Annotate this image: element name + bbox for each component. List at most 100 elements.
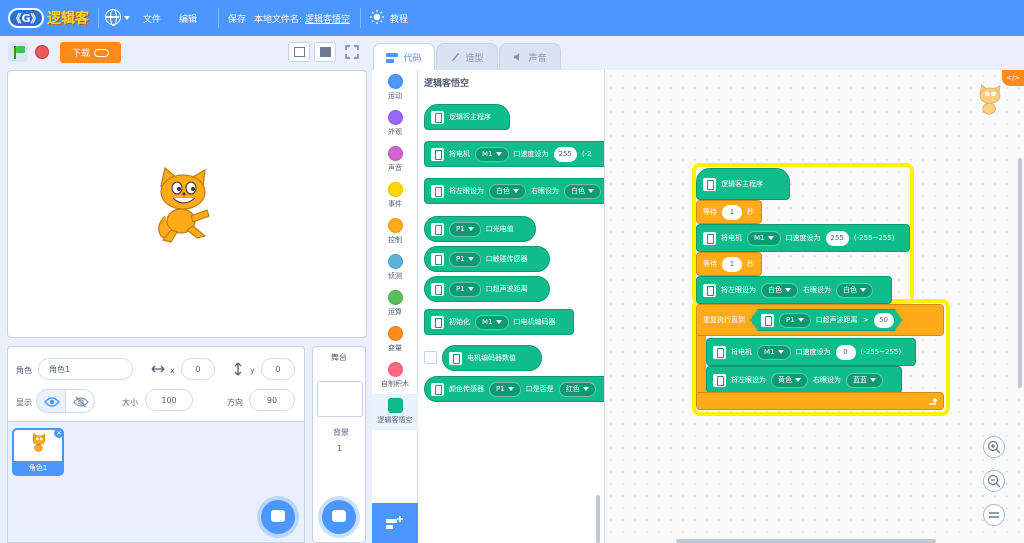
category-sensing[interactable]: 侦测	[372, 254, 418, 286]
size-input[interactable]: 100	[145, 389, 193, 411]
loop-arrow-icon	[929, 398, 937, 405]
zoom-reset-icon	[989, 512, 999, 518]
palette-title: 逻辑客悟空	[424, 79, 470, 89]
save-button[interactable]: 保存	[228, 12, 246, 25]
zoom-reset-button[interactable]	[983, 504, 1005, 526]
extension-icon	[386, 516, 403, 529]
direction-label: 方向	[227, 398, 243, 407]
category-looks[interactable]: 外观	[372, 110, 418, 142]
script-block-inner-lights[interactable]: 将左眼设为 黄色 右眼设为 蓝蓝	[706, 366, 902, 394]
workspace-vertical-scrollbar[interactable]	[1018, 158, 1022, 388]
block-palette: 逻辑客悟空 逻辑客主程序 将电机 M1 口速度设为 255 (-2 将左眼设为 …	[418, 70, 604, 543]
script-block-main[interactable]: 逻辑客主程序	[696, 168, 790, 200]
tab-costumes[interactable]: 造型	[436, 43, 498, 70]
category-wukong[interactable]: 逻辑客悟空	[372, 394, 418, 430]
add-backdrop-icon	[332, 510, 346, 522]
tab-sounds[interactable]: 声音	[499, 43, 561, 70]
cat-sprite[interactable]	[151, 166, 215, 246]
wukong-icon	[431, 147, 444, 161]
category-control[interactable]: 控制	[372, 218, 418, 250]
script-block-motor-speed[interactable]: 将电机 M1 口速度设为 255 (-255~255)	[696, 224, 910, 252]
size-label: 大小	[122, 398, 138, 407]
palette-block-init-encoder[interactable]: 初始化 M1 口电机编码器	[424, 309, 574, 335]
fullscreen-icon	[345, 45, 359, 59]
app-logo[interactable]: 《G》 逻辑客	[8, 8, 89, 28]
palette-block-light-sensor[interactable]: P1 口光电值	[424, 216, 536, 242]
choose-sprite-button[interactable]	[261, 500, 295, 534]
wukong-icon	[703, 231, 716, 245]
stage-thumbnail[interactable]	[317, 381, 363, 417]
palette-block-encoder-value[interactable]: 电机编码器数值	[442, 345, 542, 371]
hide-sprite-button[interactable]	[65, 389, 95, 413]
wukong-icon	[713, 345, 726, 359]
palette-block-touch-sensor[interactable]: P1 口触碰传感器	[424, 246, 550, 272]
category-menu: 运动 外观 声音 事件 控制 侦测 运算 变量 自制积木 逻辑客悟空	[372, 70, 418, 543]
palette-block-ultrasonic[interactable]: P1 口超声波距离	[424, 276, 550, 302]
palette-block-color-sensor[interactable]: 颜色传感器 P1 口是否是 红色	[424, 376, 604, 402]
y-input[interactable]: 0	[261, 358, 295, 380]
direction-input[interactable]: 90	[249, 389, 295, 411]
download-label: 下载	[71, 49, 90, 59]
encoder-monitor-checkbox[interactable]	[424, 351, 437, 364]
add-extension-button[interactable]	[372, 503, 418, 543]
filename-link[interactable]: 逻辑客悟空	[305, 12, 350, 25]
category-operators[interactable]: 运算	[372, 290, 418, 322]
brush-icon	[451, 53, 460, 61]
menu-edit[interactable]: 编辑	[179, 12, 197, 25]
small-stage-button[interactable]	[288, 42, 310, 62]
stage-title: 舞台	[331, 352, 347, 362]
script-block-eye-lights[interactable]: 将左眼设为 白色 右眼设为 白色	[696, 276, 892, 304]
sprite-name-input[interactable]: 角色1	[38, 358, 133, 380]
category-sound[interactable]: 声音	[372, 146, 418, 178]
zoom-out-button[interactable]	[983, 470, 1005, 492]
stage-canvas[interactable]	[7, 70, 367, 338]
globe-icon[interactable]	[105, 9, 121, 26]
menu-bar: 《G》 逻辑客 文件 编辑 保存 本地文件名: 逻辑客悟空 教程	[0, 0, 1024, 36]
wukong-icon	[431, 110, 444, 124]
download-button[interactable]: 下载	[60, 42, 121, 63]
eye-icon	[44, 397, 60, 407]
code-toggle-button[interactable]: </>	[1002, 70, 1024, 86]
tab-sounds-label: 声音	[528, 53, 547, 64]
cat-thumbnail-icon	[32, 433, 46, 452]
tab-code-label: 代码	[403, 54, 422, 64]
show-sprite-button[interactable]	[36, 389, 66, 413]
sprite-thumbnail-name: 角色1	[14, 461, 62, 474]
sprite-info-panel: 角色 角色1 x 0 y 0 显示 大小 100 方向 90	[7, 346, 305, 422]
green-flag-button[interactable]	[8, 42, 28, 62]
category-variables[interactable]: 变量	[372, 326, 418, 358]
eye-off-icon	[73, 396, 89, 408]
wukong-icon	[431, 184, 444, 198]
palette-block-motor-speed[interactable]: 将电机 M1 口速度设为 255 (-2	[424, 141, 604, 167]
palette-scrollbar[interactable]	[596, 495, 600, 543]
delete-sprite-icon[interactable]: ×	[54, 428, 64, 438]
wukong-icon	[431, 222, 444, 236]
script-block-repeat-until[interactable]: 重复执行直到 P1 口超声波距离 > 50	[696, 304, 944, 336]
wukong-icon	[449, 351, 462, 365]
backdrop-count: 1	[337, 444, 343, 453]
tab-code[interactable]: 代码	[373, 43, 435, 71]
stop-button[interactable]	[35, 45, 49, 59]
tab-costumes-label: 造型	[465, 53, 484, 64]
fullscreen-button[interactable]	[342, 42, 364, 62]
condition-block[interactable]: P1 口超声波距离 > 50	[750, 309, 903, 331]
tutorial-link[interactable]: 教程	[390, 12, 408, 25]
sprite-preview-icon	[979, 84, 1001, 115]
script-block-wait-2[interactable]: 等待 1 秒	[696, 252, 762, 276]
x-input[interactable]: 0	[181, 358, 215, 380]
workspace-horizontal-scrollbar[interactable]	[676, 539, 936, 543]
category-motion[interactable]: 运动	[372, 74, 418, 106]
zoom-in-button[interactable]	[983, 436, 1005, 458]
connection-icon	[94, 48, 109, 57]
category-events[interactable]: 事件	[372, 182, 418, 214]
script-block-inner-motor[interactable]: 将电机 M1 口速度设为 0 (-255~255)	[706, 338, 916, 366]
large-stage-button[interactable]	[314, 42, 336, 62]
palette-block-eye-lights[interactable]: 将左眼设为 白色 右眼设为 白色	[424, 178, 604, 204]
script-block-wait-1[interactable]: 等待 1 秒	[696, 200, 762, 224]
sprite-thumbnail[interactable]: × 角色1	[12, 428, 64, 476]
palette-block-main[interactable]: 逻辑客主程序	[424, 104, 510, 130]
choose-backdrop-button[interactable]	[322, 500, 356, 534]
wukong-icon	[703, 177, 716, 191]
category-my-blocks[interactable]: 自制积木	[372, 362, 418, 394]
menu-file[interactable]: 文件	[143, 12, 161, 25]
